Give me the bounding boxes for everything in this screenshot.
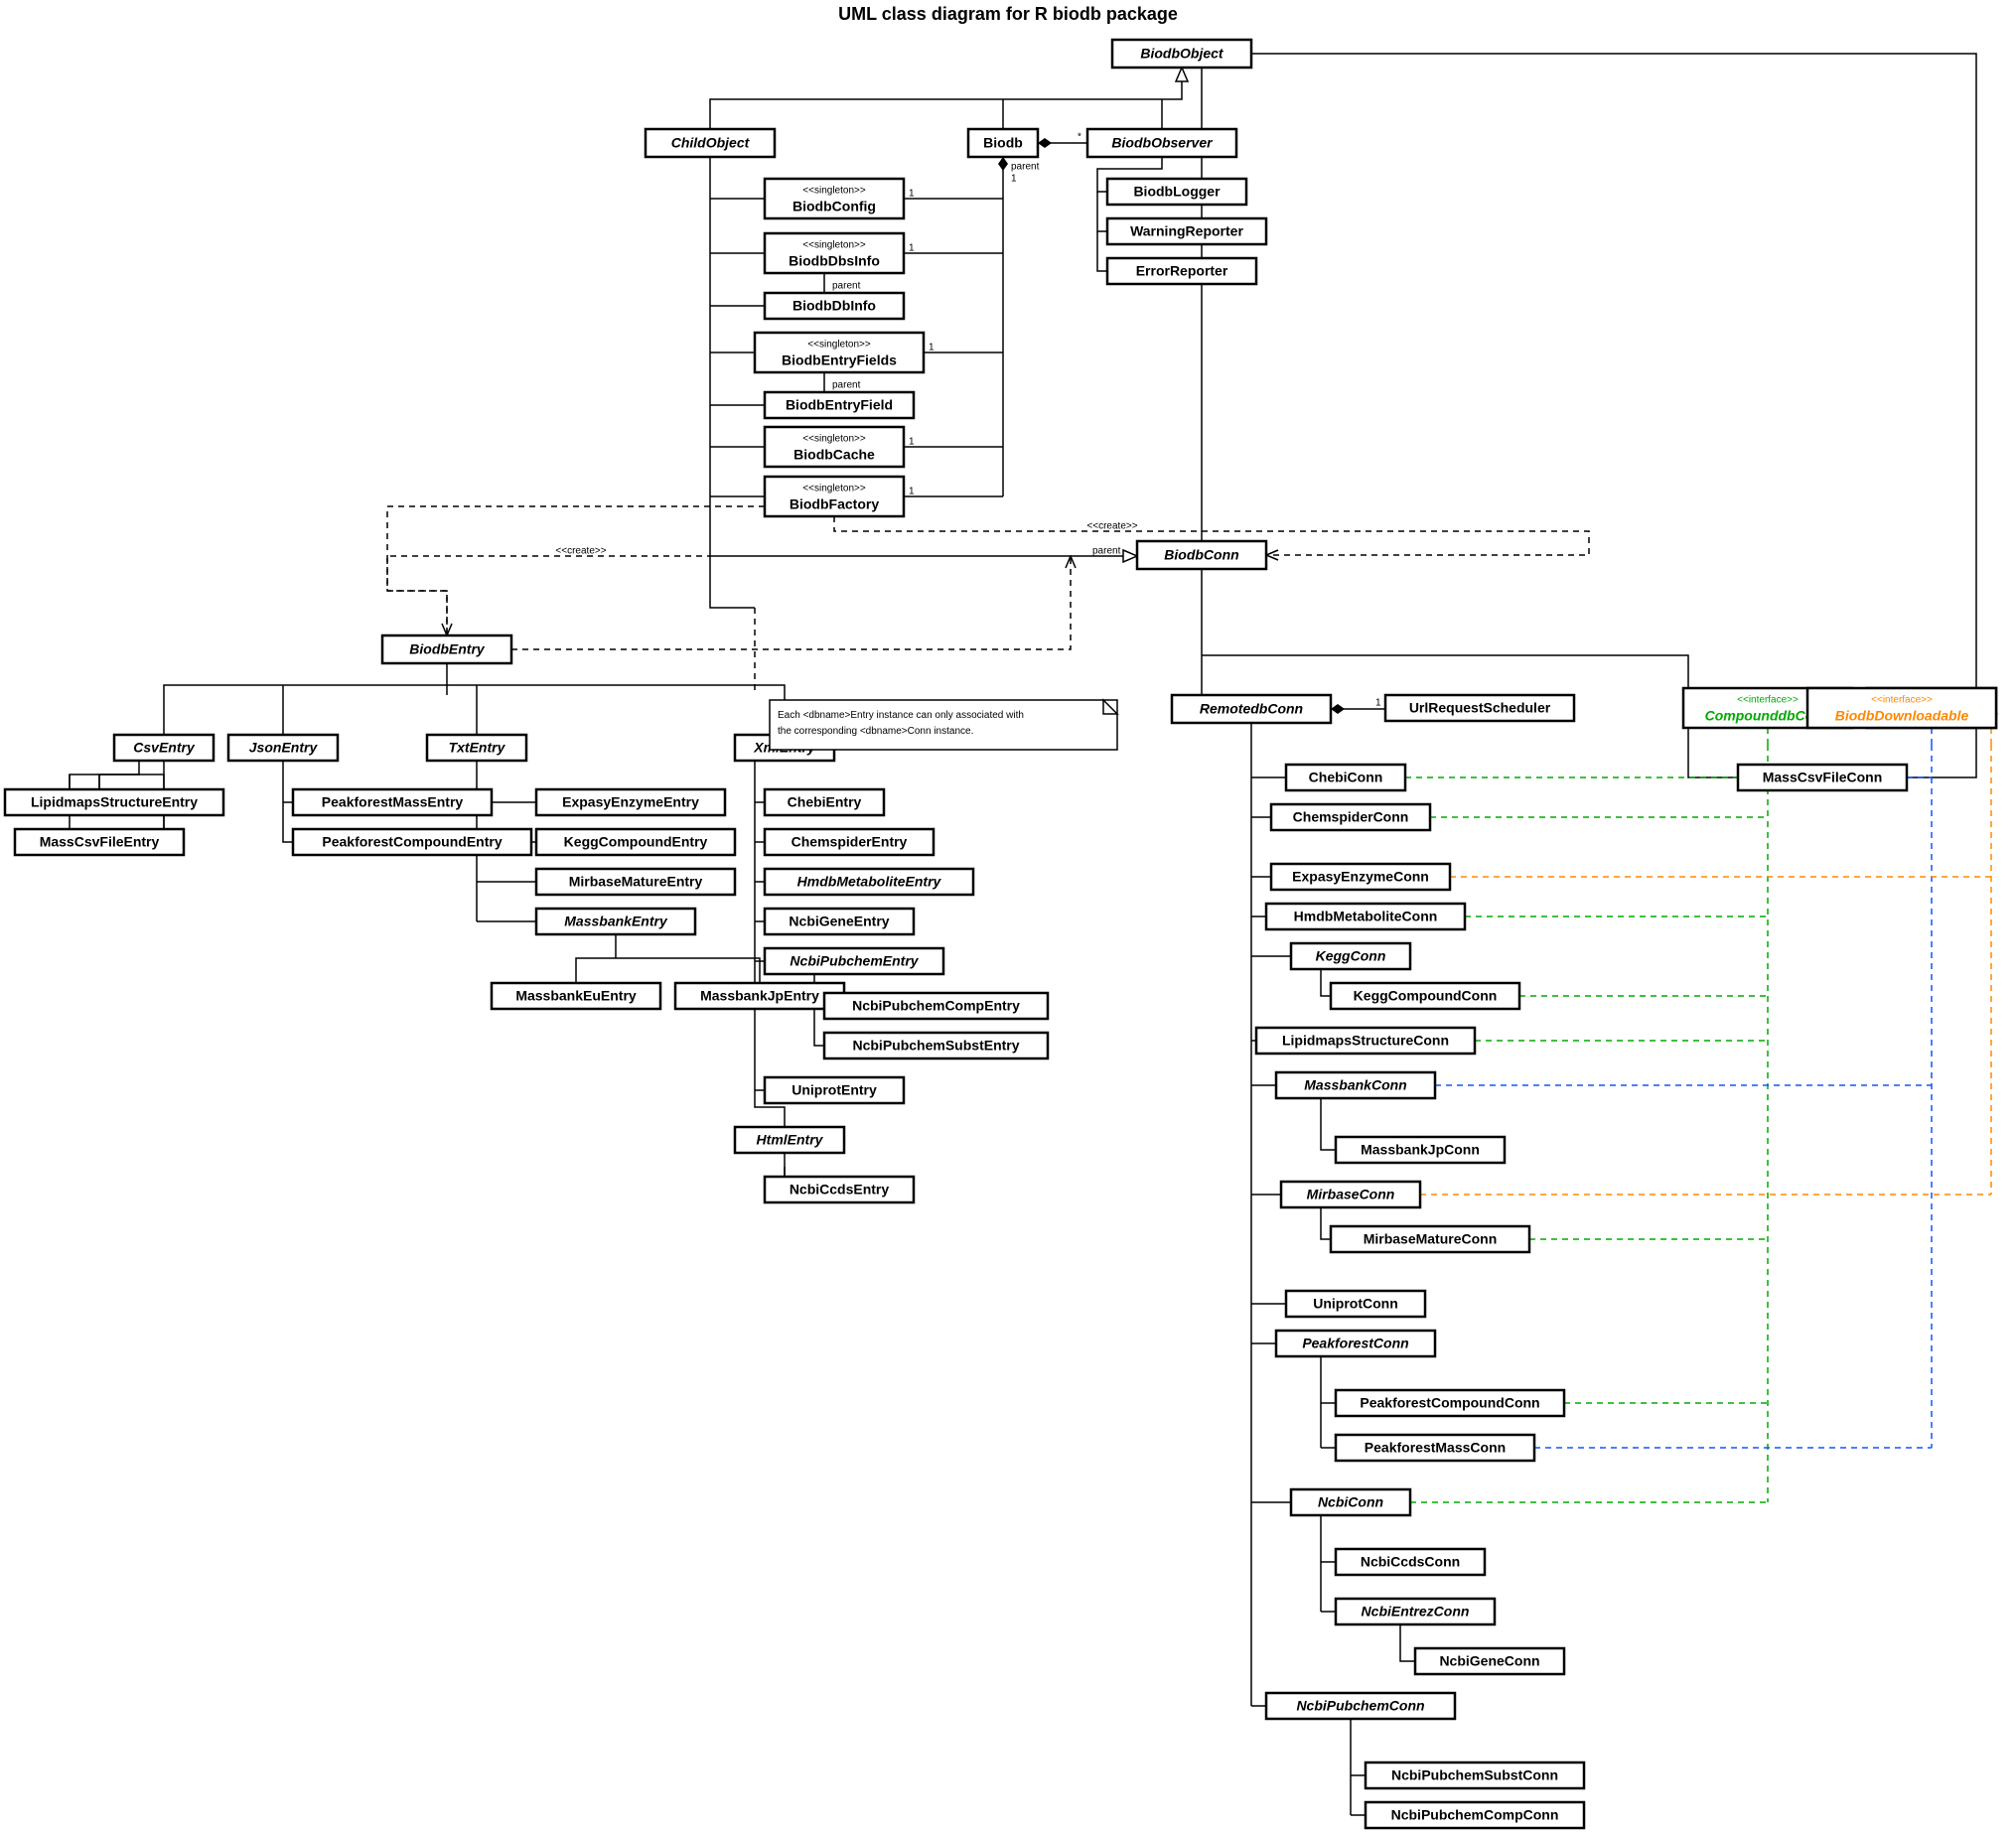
label-ChildObject: ChildObject — [671, 135, 751, 151]
stereo-CompounddbConn: <<interface>> — [1737, 695, 1799, 706]
label-MirbaseMatureEntry: MirbaseMatureEntry — [569, 874, 703, 890]
svg-text:1: 1 — [909, 487, 915, 497]
label-NcbiPubchemSubstEntry: NcbiPubchemSubstEntry — [852, 1038, 1019, 1054]
label-MassCsvFileEntry: MassCsvFileEntry — [40, 834, 160, 850]
label-NcbiConn: NcbiConn — [1318, 1494, 1383, 1510]
label-WarningReporter: WarningReporter — [1130, 223, 1243, 239]
label-NcbiPubchemSubstConn: NcbiPubchemSubstConn — [1391, 1767, 1558, 1783]
stereo-BiodbConfig: <<singleton>> — [802, 186, 866, 197]
label-NcbiEntrezConn: NcbiEntrezConn — [1362, 1604, 1470, 1620]
label-MassbankEntry: MassbankEntry — [564, 914, 668, 929]
label-NcbiCcdsEntry: NcbiCcdsEntry — [790, 1182, 890, 1198]
label-LipidmapsStructureConn: LipidmapsStructureConn — [1282, 1033, 1449, 1049]
label-ChemspiderConn: ChemspiderConn — [1293, 809, 1409, 825]
label-HtmlEntry: HtmlEntry — [757, 1132, 824, 1148]
label-BiodbFactory: BiodbFactory — [790, 496, 879, 512]
label-MirbaseConn: MirbaseConn — [1307, 1187, 1395, 1202]
label-BiodbEntryField: BiodbEntryField — [786, 397, 893, 413]
label-CsvEntry: CsvEntry — [133, 740, 196, 756]
label-BiodbDbsInfo: BiodbDbsInfo — [789, 253, 880, 269]
svg-text:<<create>>: <<create>> — [555, 546, 606, 557]
label-JsonEntry: JsonEntry — [249, 740, 319, 756]
label-UrlRequestScheduler: UrlRequestScheduler — [1409, 700, 1551, 716]
diagram-title: UML class diagram for R biodb package — [838, 4, 1178, 24]
svg-text:1: 1 — [909, 243, 915, 254]
label-PeakforestCompoundEntry: PeakforestCompoundEntry — [322, 834, 502, 850]
svg-text:1: 1 — [909, 437, 915, 448]
label-HmdbMetaboliteEntry: HmdbMetaboliteEntry — [797, 874, 942, 890]
svg-text:<<create>>: <<create>> — [1086, 521, 1137, 532]
svg-text:parent: parent — [832, 281, 861, 292]
stereo-BiodbDbsInfo: <<singleton>> — [802, 240, 866, 251]
label-BiodbObject: BiodbObject — [1140, 46, 1224, 62]
label-PeakforestConn: PeakforestConn — [1302, 1336, 1408, 1351]
svg-text:1: 1 — [929, 343, 935, 353]
label-NcbiPubchemCompEntry: NcbiPubchemCompEntry — [852, 998, 1020, 1014]
label-KeggCompoundConn: KeggCompoundConn — [1354, 988, 1498, 1004]
uml-diagram: UML class diagram for R biodb package * … — [0, 0, 2016, 1832]
label-LipidmapsStructureEntry: LipidmapsStructureEntry — [31, 794, 198, 810]
svg-text:parent: parent — [1092, 546, 1121, 557]
stereo-BiodbDownloadable: <<interface>> — [1871, 695, 1933, 706]
label-NcbiPubchemEntry: NcbiPubchemEntry — [790, 953, 919, 969]
label-ChebiConn: ChebiConn — [1309, 770, 1383, 785]
label-ExpasyEnzymeConn: ExpasyEnzymeConn — [1292, 869, 1429, 885]
label-BiodbDownloadable: BiodbDownloadable — [1835, 708, 1969, 724]
svg-text:1: 1 — [909, 189, 915, 200]
svg-text:1: 1 — [1375, 698, 1381, 709]
label-UniprotEntry: UniprotEntry — [792, 1082, 877, 1098]
stereo-BiodbEntryFields: <<singleton>> — [807, 340, 871, 351]
svg-text:*: * — [1078, 132, 1081, 143]
note-line: Each <dbname>Entry instance can only ass… — [778, 710, 1024, 721]
label-ChebiEntry: ChebiEntry — [788, 794, 862, 810]
label-NcbiGeneEntry: NcbiGeneEntry — [789, 914, 889, 929]
label-KeggCompoundEntry: KeggCompoundEntry — [564, 834, 708, 850]
label-ChemspiderEntry: ChemspiderEntry — [792, 834, 908, 850]
label-PeakforestCompoundConn: PeakforestCompoundConn — [1360, 1395, 1539, 1411]
stereo-BiodbFactory: <<singleton>> — [802, 484, 866, 494]
note-line: the corresponding <dbname>Conn instance. — [778, 726, 973, 737]
label-MassbankJpEntry: MassbankJpEntry — [700, 988, 819, 1004]
svg-text:parent: parent — [1011, 162, 1040, 173]
label-PeakforestMassConn: PeakforestMassConn — [1365, 1440, 1506, 1456]
label-BiodbCache: BiodbCache — [793, 447, 875, 463]
label-BiodbDbInfo: BiodbDbInfo — [792, 298, 876, 314]
label-BiodbConfig: BiodbConfig — [792, 199, 876, 214]
label-BiodbLogger: BiodbLogger — [1133, 184, 1221, 200]
label-BiodbConn: BiodbConn — [1164, 547, 1238, 563]
label-BiodbEntry: BiodbEntry — [409, 641, 486, 657]
label-MassCsvFileConn: MassCsvFileConn — [1763, 770, 1883, 785]
label-MassbankEuEntry: MassbankEuEntry — [515, 988, 637, 1004]
label-ErrorReporter: ErrorReporter — [1136, 263, 1228, 279]
label-NcbiCcdsConn: NcbiCcdsConn — [1361, 1554, 1460, 1570]
label-PeakforestMassEntry: PeakforestMassEntry — [322, 794, 464, 810]
label-ExpasyEnzymeEntry: ExpasyEnzymeEntry — [562, 794, 699, 810]
label-MassbankConn: MassbankConn — [1304, 1077, 1406, 1093]
label-NcbiGeneConn: NcbiGeneConn — [1439, 1653, 1539, 1669]
label-NcbiPubchemConn: NcbiPubchemConn — [1296, 1698, 1424, 1714]
note-box — [770, 700, 1117, 750]
label-NcbiPubchemCompConn: NcbiPubchemCompConn — [1391, 1807, 1559, 1823]
label-RemotedbConn: RemotedbConn — [1200, 701, 1303, 717]
label-HmdbMetaboliteConn: HmdbMetaboliteConn — [1294, 909, 1438, 924]
label-Biodb: Biodb — [983, 135, 1023, 151]
label-BiodbObserver: BiodbObserver — [1111, 135, 1214, 151]
label-UniprotConn: UniprotConn — [1313, 1296, 1398, 1312]
svg-text:parent: parent — [832, 380, 861, 391]
label-KeggConn: KeggConn — [1316, 948, 1386, 964]
stereo-BiodbCache: <<singleton>> — [802, 434, 866, 445]
svg-text:1: 1 — [1011, 174, 1017, 185]
label-MassbankJpConn: MassbankJpConn — [1361, 1142, 1480, 1158]
label-BiodbEntryFields: BiodbEntryFields — [782, 352, 897, 368]
label-TxtEntry: TxtEntry — [449, 740, 506, 756]
label-MirbaseMatureConn: MirbaseMatureConn — [1364, 1231, 1498, 1247]
